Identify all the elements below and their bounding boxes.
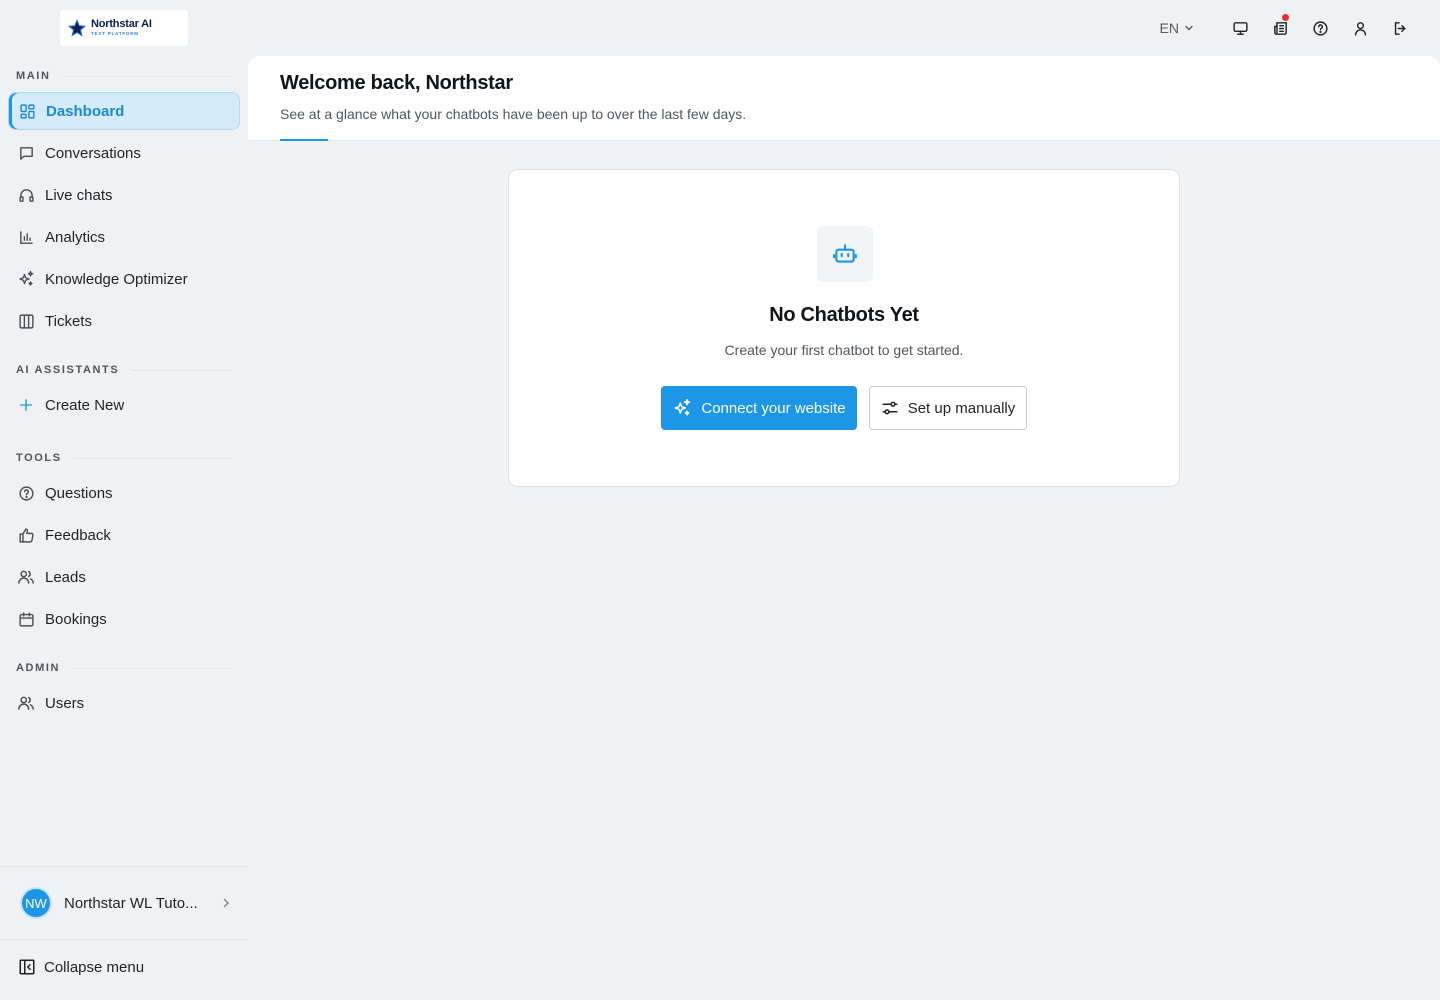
sidebar-item-label: Feedback — [45, 526, 111, 544]
sidebar-item-create-new[interactable]: Create New — [8, 386, 240, 424]
section-title-ai-assistants: AI ASSISTANTS — [16, 364, 232, 376]
organization-switcher[interactable]: NW Northstar WL Tuto... — [0, 866, 248, 940]
star-logo-icon — [68, 19, 86, 37]
notification-dot — [1282, 14, 1289, 21]
main-content: Welcome back, Northstar See at a glance … — [248, 56, 1440, 1000]
thumbs-up-icon — [17, 526, 35, 544]
sparkles-icon — [17, 270, 35, 288]
sidebar: MAIN Dashboard Conversations Live chats … — [0, 56, 248, 1000]
sidebar-item-label: Live chats — [45, 186, 113, 204]
sidebar-item-leads[interactable]: Leads — [8, 558, 240, 596]
setup-manually-button[interactable]: Set up manually — [869, 386, 1027, 430]
sidebar-item-feedback[interactable]: Feedback — [8, 516, 240, 554]
logout-icon — [1394, 21, 1406, 35]
top-bar: EN — [1160, 8, 1420, 48]
bot-icon-container — [817, 226, 873, 282]
help-icon — [1312, 20, 1328, 36]
calendar-icon — [17, 610, 35, 628]
connect-website-button[interactable]: Connect your website — [661, 386, 857, 430]
avatar: NW — [20, 887, 52, 919]
sidebar-item-label: Dashboard — [46, 102, 125, 120]
sparkles-icon — [674, 398, 691, 416]
sliders-icon — [882, 401, 898, 415]
logout-button[interactable] — [1380, 8, 1420, 48]
headset-icon — [17, 186, 35, 204]
bot-icon — [833, 244, 857, 263]
sidebar-item-label: Knowledge Optimizer — [45, 270, 188, 288]
user-icon — [1354, 21, 1366, 36]
empty-state-card: No Chatbots Yet Create your first chatbo… — [508, 169, 1180, 487]
question-icon — [17, 484, 35, 502]
monitor-icon — [1232, 21, 1248, 35]
header-accent-underline — [280, 139, 328, 141]
users-icon — [17, 568, 35, 586]
monitor-button[interactable] — [1220, 8, 1260, 48]
sidebar-item-tickets[interactable]: Tickets — [8, 302, 240, 340]
sidebar-item-questions[interactable]: Questions — [8, 474, 240, 512]
logo-name: Northstar AI — [91, 18, 152, 31]
page-subtitle: See at a glance what your chatbots have … — [280, 106, 747, 122]
setup-manually-label: Set up manually — [907, 399, 1016, 417]
sidebar-item-live-chats[interactable]: Live chats — [8, 176, 240, 214]
sidebar-item-dashboard[interactable]: Dashboard — [8, 92, 240, 130]
sidebar-item-knowledge-optimizer[interactable]: Knowledge Optimizer — [8, 260, 240, 298]
empty-state-title: No Chatbots Yet — [769, 304, 919, 326]
sidebar-item-label: Leads — [45, 568, 86, 586]
empty-state-subtitle: Create your first chatbot to get started… — [724, 342, 964, 358]
language-selector[interactable]: EN — [1160, 20, 1194, 36]
bar-chart-icon — [17, 228, 35, 246]
section-title-tools: TOOLS — [16, 452, 232, 464]
logo-tagline: TEST PLATFORM — [91, 31, 139, 37]
section-title-main: MAIN — [16, 70, 232, 82]
chevron-down-icon — [1185, 25, 1193, 31]
section-title-admin: ADMIN — [16, 662, 232, 674]
sidebar-item-analytics[interactable]: Analytics — [8, 218, 240, 256]
profile-button[interactable] — [1340, 8, 1380, 48]
sidebar-item-label: Create New — [45, 396, 125, 414]
users-icon — [17, 694, 35, 712]
language-label: EN — [1159, 20, 1179, 36]
plus-icon — [17, 396, 35, 414]
help-button[interactable] — [1300, 8, 1340, 48]
sidebar-item-label: Conversations — [45, 144, 141, 162]
brand-logo[interactable]: Northstar AI TEST PLATFORM — [60, 10, 188, 46]
organization-name: Northstar WL Tuto... — [64, 894, 198, 912]
sidebar-item-label: Bookings — [45, 610, 107, 628]
sidebar-item-label: Tickets — [45, 312, 92, 330]
sidebar-item-bookings[interactable]: Bookings — [8, 600, 240, 638]
sidebar-collapse-icon — [19, 959, 35, 975]
collapse-menu-button[interactable]: Collapse menu — [18, 958, 144, 976]
news-icon — [1273, 21, 1287, 35]
page-title: Welcome back, Northstar — [280, 72, 513, 94]
sidebar-item-label: Questions — [45, 484, 113, 502]
chevron-right-icon — [223, 898, 229, 908]
chat-icon — [17, 144, 35, 162]
dashboard-icon — [18, 102, 36, 120]
sidebar-item-label: Users — [45, 694, 85, 712]
sidebar-item-users[interactable]: Users — [8, 684, 240, 722]
connect-website-label: Connect your website — [701, 399, 846, 417]
news-button[interactable] — [1260, 8, 1300, 48]
sidebar-item-conversations[interactable]: Conversations — [8, 134, 240, 172]
sidebar-item-label: Analytics — [45, 228, 106, 246]
collapse-menu-label: Collapse menu — [44, 958, 145, 976]
page-header: Welcome back, Northstar See at a glance … — [248, 56, 1440, 141]
columns-icon — [17, 312, 35, 330]
